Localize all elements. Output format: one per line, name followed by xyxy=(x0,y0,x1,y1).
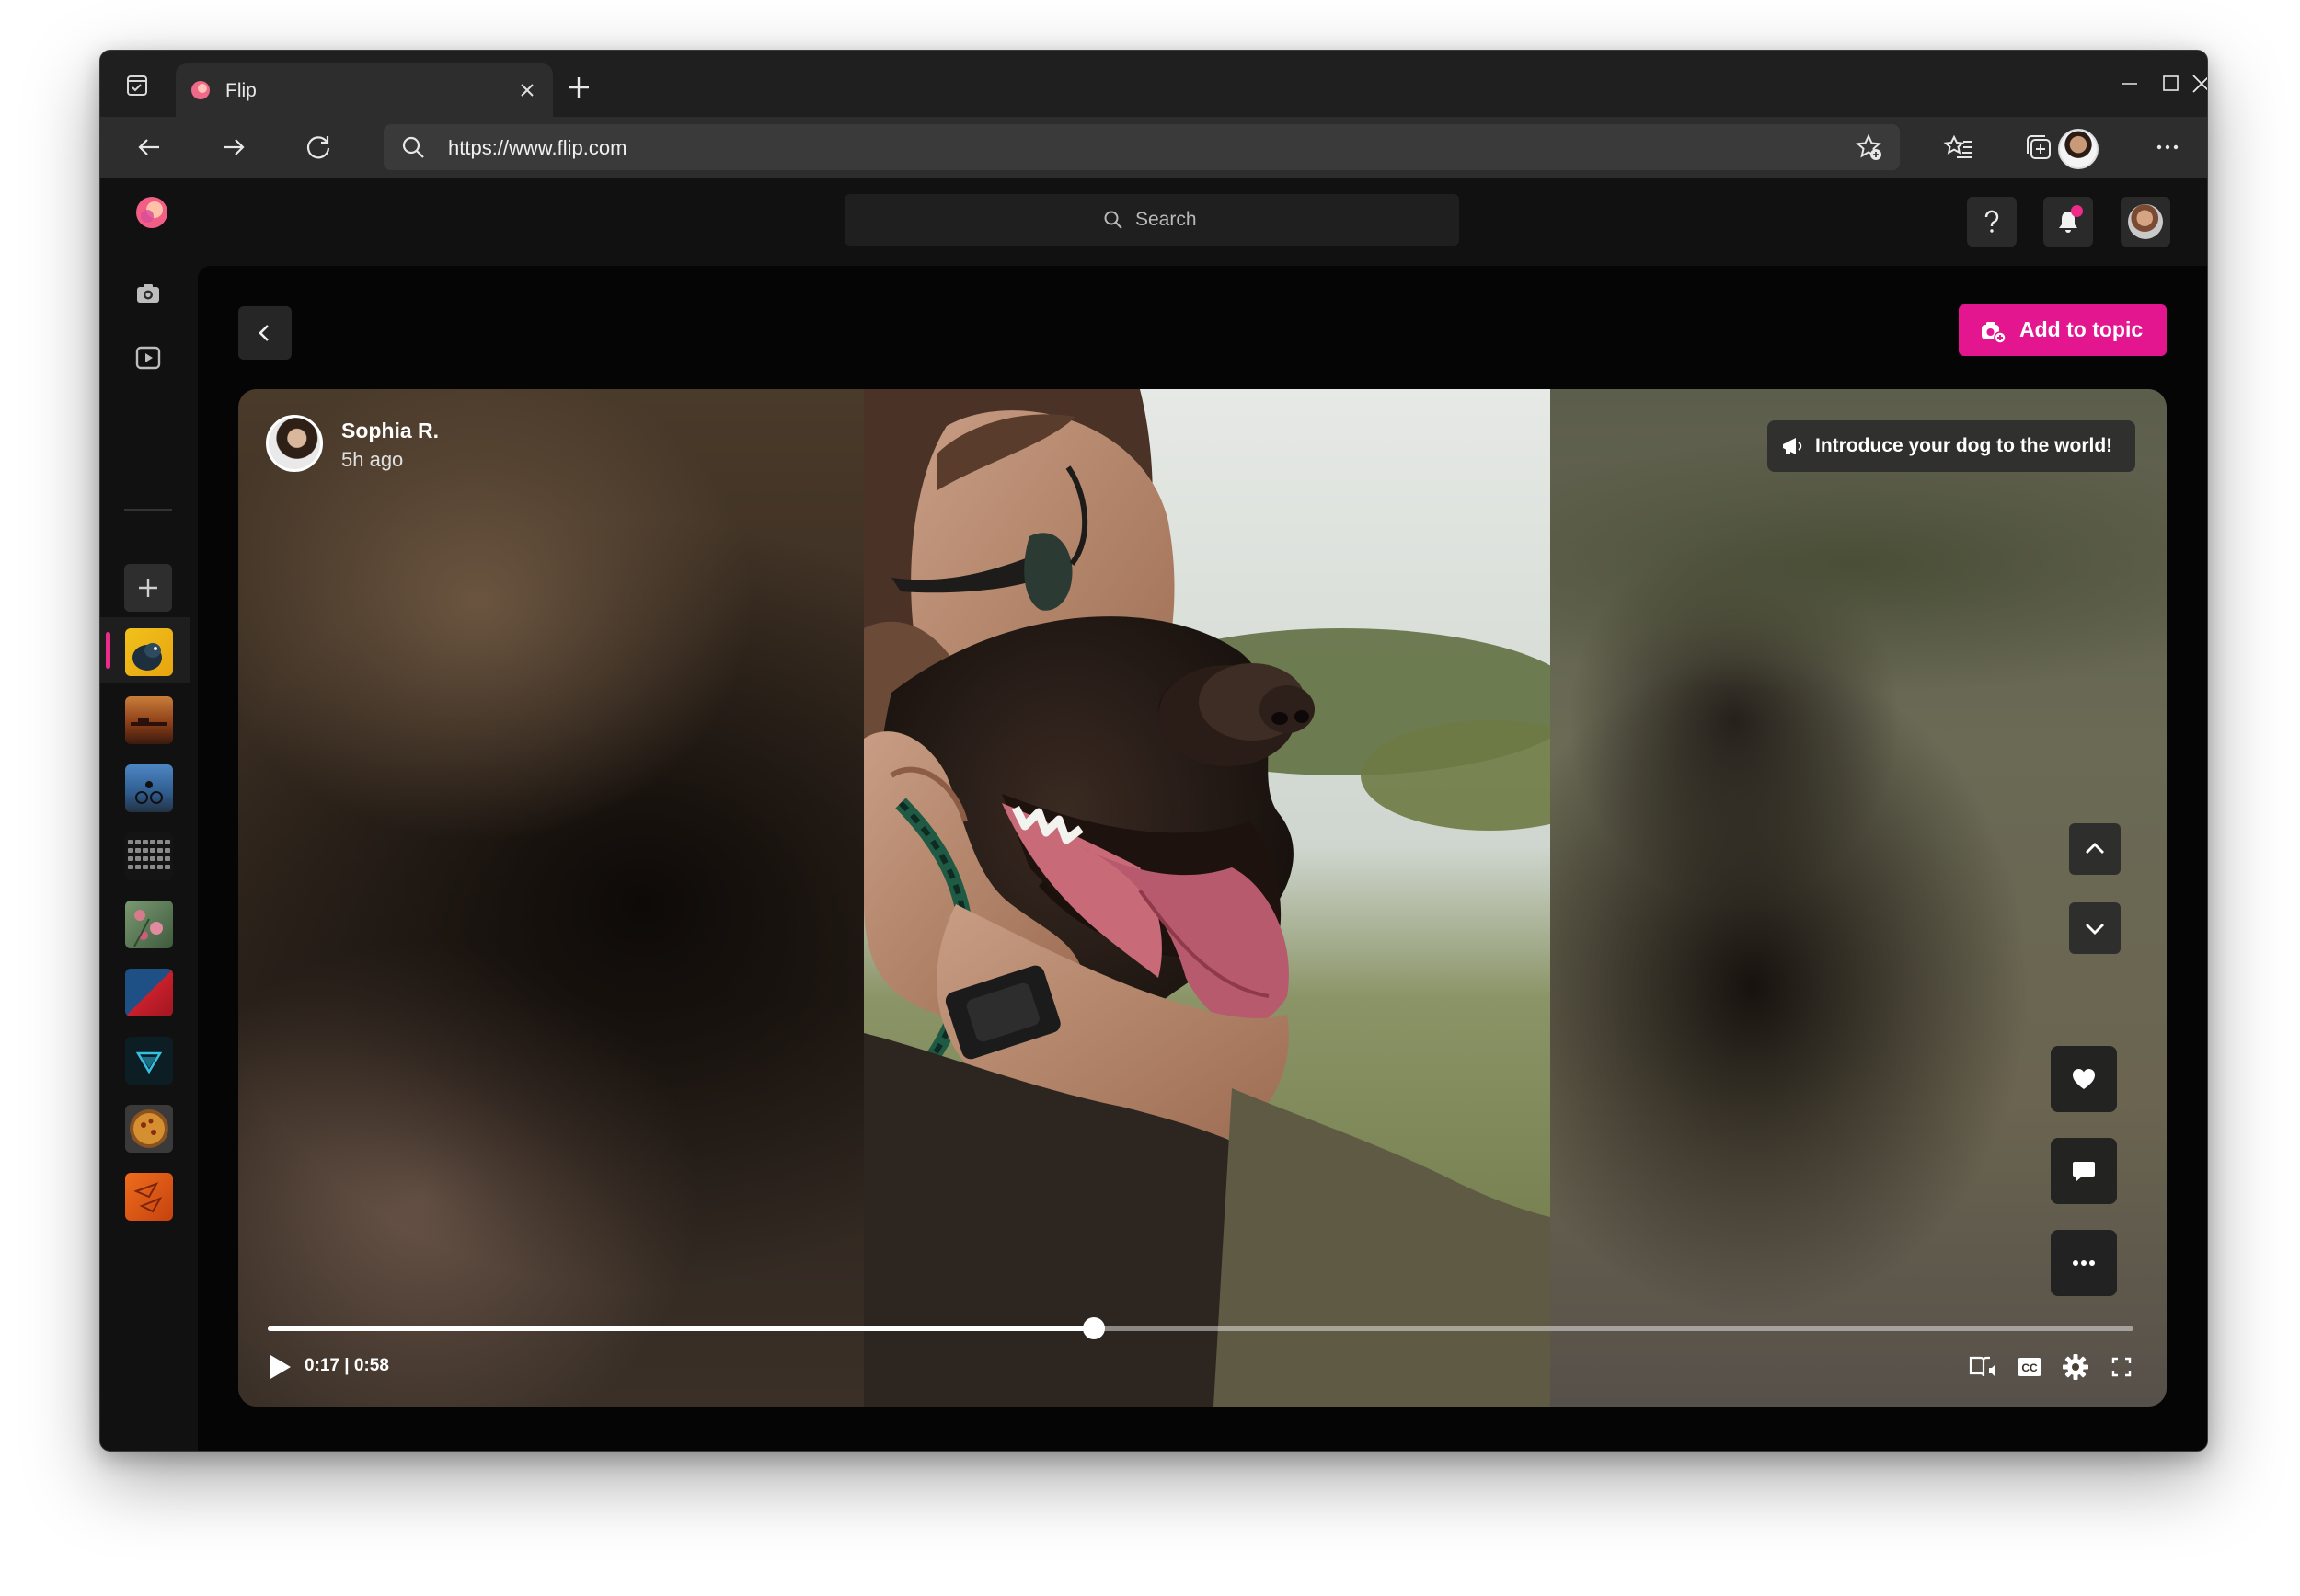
back-arrow-icon[interactable] xyxy=(130,128,168,166)
sidebar-topic-flowers[interactable] xyxy=(125,901,173,948)
post-timestamp: 5h ago xyxy=(341,448,404,471)
settings-button[interactable] xyxy=(2060,1351,2091,1383)
comment-button[interactable] xyxy=(2051,1138,2117,1204)
progress-scrubber-handle[interactable] xyxy=(1083,1317,1105,1339)
sidebar-topic-paper-planes[interactable] xyxy=(125,1173,173,1221)
browser-tab[interactable]: Flip xyxy=(176,63,553,117)
notifications-button[interactable] xyxy=(2043,197,2093,247)
tab-actions-icon[interactable] xyxy=(119,67,155,104)
user-avatar xyxy=(2128,204,2163,239)
favorites-icon[interactable] xyxy=(1940,128,1979,166)
like-button[interactable] xyxy=(2051,1046,2117,1112)
post-author[interactable]: Sophia R. 5h ago xyxy=(266,415,542,479)
app-top-bar: Search xyxy=(100,178,2207,266)
minimize-icon[interactable] xyxy=(2111,65,2148,102)
sidebar xyxy=(100,266,198,1451)
megaphone-icon xyxy=(1783,438,1802,454)
back-button[interactable] xyxy=(238,306,292,360)
fullscreen-button[interactable] xyxy=(2106,1351,2137,1383)
previous-video-button[interactable] xyxy=(2069,823,2121,875)
add-favorite-icon[interactable] xyxy=(1854,132,1883,162)
chevron-down-icon xyxy=(2086,924,2104,935)
heart-icon xyxy=(2073,1069,2095,1089)
play-icon xyxy=(270,1355,291,1379)
search-icon xyxy=(1102,209,1124,231)
collections-icon[interactable] xyxy=(2019,128,2058,166)
add-to-topic-button[interactable]: Add to topic xyxy=(1959,304,2167,356)
search-placeholder: Search xyxy=(1135,209,1197,230)
video-blurred-background-left xyxy=(238,389,864,1407)
next-video-button[interactable] xyxy=(2069,902,2121,954)
notification-badge xyxy=(2071,205,2083,217)
refresh-icon[interactable] xyxy=(299,128,338,166)
svg-text:CC: CC xyxy=(2021,1361,2038,1374)
close-tab-icon[interactable] xyxy=(514,77,540,103)
comment-icon xyxy=(2073,1162,2095,1181)
sidebar-topic-pizza[interactable] xyxy=(125,1105,173,1153)
address-bar[interactable]: https://www.flip.com xyxy=(384,124,1900,170)
chevron-up-icon xyxy=(2086,843,2104,854)
add-video-icon xyxy=(1982,322,2007,344)
sidebar-divider xyxy=(124,509,172,511)
question-mark-icon xyxy=(1984,210,1999,233)
search-icon xyxy=(400,134,426,160)
flip-logo-icon[interactable] xyxy=(135,196,168,229)
video-frame xyxy=(864,389,1550,1407)
topic-prompt-text: Introduce your dog to the world! xyxy=(1815,435,2113,456)
browser-window: Flip https://www.flip.com Search Add to … xyxy=(99,50,2208,1452)
add-to-topic-label: Add to topic xyxy=(2019,317,2144,341)
gear-icon xyxy=(2063,1354,2088,1380)
closed-captions-icon: CC xyxy=(2018,1358,2041,1376)
play-button[interactable] xyxy=(266,1353,293,1381)
sidebar-topic-sunset[interactable] xyxy=(125,696,173,744)
sidebar-topic-keyboard[interactable] xyxy=(125,832,173,880)
app-search-input[interactable]: Search xyxy=(845,194,1459,246)
flip-app: Search Add to topic Sophia R. 5h ago Int… xyxy=(100,178,2207,1451)
add-topic-sidebar-button[interactable] xyxy=(124,564,172,612)
progress-fill xyxy=(268,1326,1094,1331)
topic-prompt-chip[interactable]: Introduce your dog to the world! xyxy=(1767,420,2135,472)
playback-time: 0:17 | 0:58 xyxy=(305,1356,389,1375)
forward-arrow-icon[interactable] xyxy=(214,128,253,166)
main-panel: Add to topic Sophia R. 5h ago Introduce … xyxy=(198,266,2207,1451)
author-name[interactable]: Sophia R. xyxy=(341,419,439,443)
tab-title: Flip xyxy=(225,80,257,101)
video-player[interactable]: Sophia R. 5h ago Introduce your dog to t… xyxy=(238,389,2167,1407)
more-actions-button[interactable] xyxy=(2051,1230,2117,1296)
video-library-icon[interactable] xyxy=(130,339,167,376)
browser-profile-avatar[interactable] xyxy=(2058,129,2099,169)
immersive-reader-icon xyxy=(1969,1356,1995,1377)
sidebar-topic-cycling[interactable] xyxy=(125,764,173,812)
sidebar-topic-dog[interactable] xyxy=(125,628,173,676)
tab-strip: Flip xyxy=(100,51,2207,117)
more-options-icon[interactable] xyxy=(2148,128,2187,166)
url-text[interactable]: https://www.flip.com xyxy=(448,136,627,160)
author-avatar[interactable] xyxy=(266,415,323,472)
active-topic-indicator xyxy=(106,632,110,669)
camera-icon[interactable] xyxy=(130,275,167,312)
close-window-icon[interactable] xyxy=(2183,65,2207,102)
sidebar-topic-gem[interactable] xyxy=(125,1037,173,1085)
help-button[interactable] xyxy=(1967,197,2017,247)
chevron-left-icon xyxy=(259,325,269,341)
immersive-reader-button[interactable] xyxy=(1968,1351,1999,1383)
new-tab-icon[interactable] xyxy=(560,69,597,106)
flip-favicon-icon xyxy=(190,80,211,100)
account-button[interactable] xyxy=(2121,197,2170,247)
sidebar-topic-geometry[interactable] xyxy=(125,969,173,1016)
ellipsis-icon xyxy=(2073,1260,2095,1266)
plus-icon xyxy=(139,579,157,597)
fullscreen-icon xyxy=(2111,1357,2132,1377)
address-bar-row: https://www.flip.com xyxy=(100,117,2207,178)
captions-button[interactable]: CC xyxy=(2014,1351,2045,1383)
